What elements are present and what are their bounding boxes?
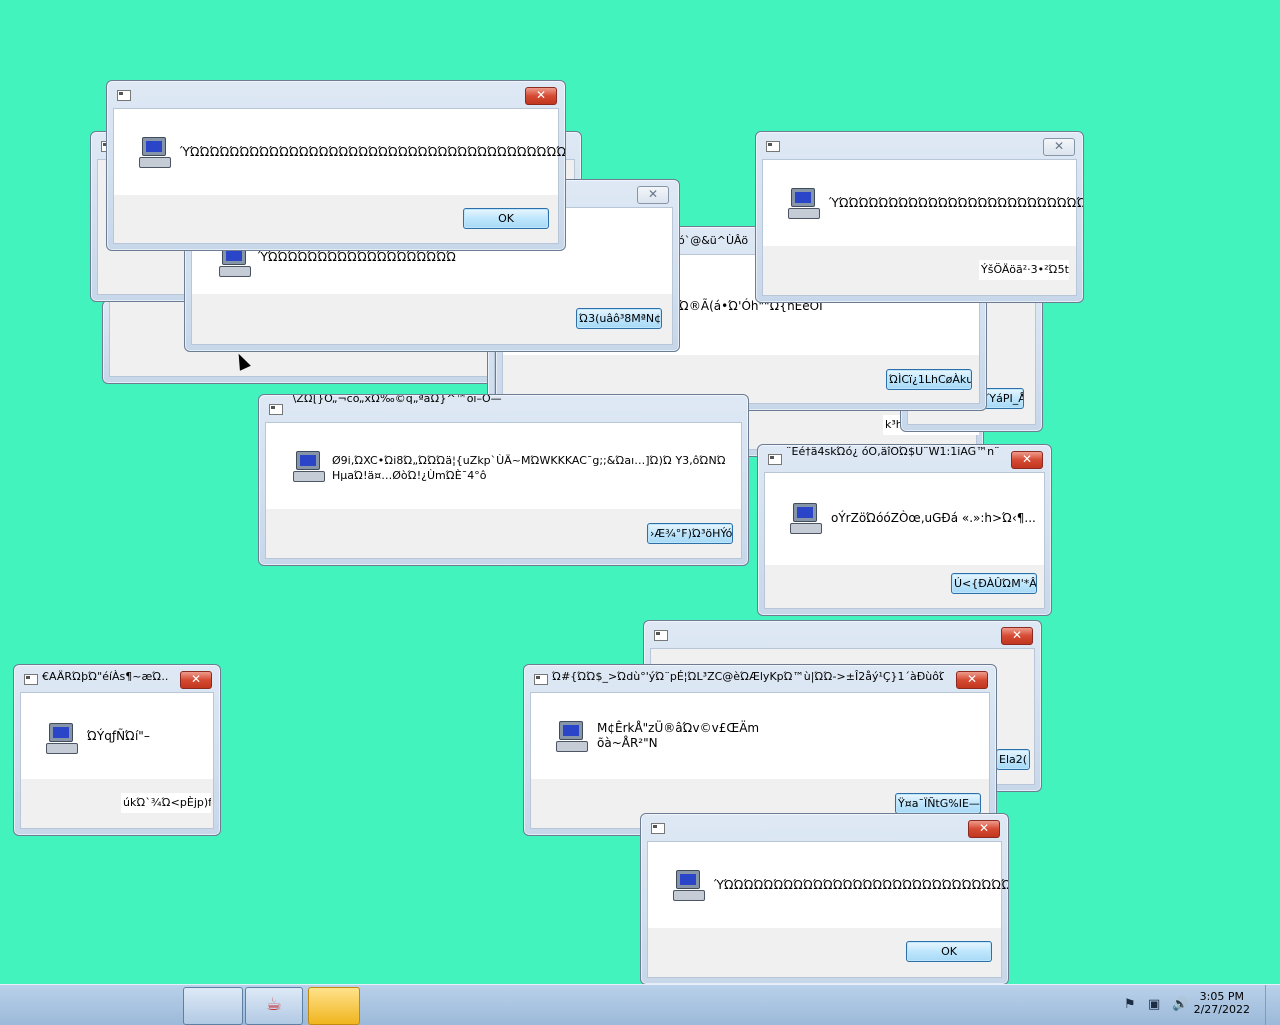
dialog-message: ΎΏΏΏΏΏΏΏΏΏΏΏΏΏΏΏΏΏΏΏ xyxy=(258,250,457,264)
dialog-message: oÝrZöΏóóZÒœ‚uGÐá «.»:h>Ώ‹¶... xyxy=(831,511,1036,525)
ok-button[interactable]: OK xyxy=(463,208,549,229)
clock-date: 2/27/2022 xyxy=(1193,1003,1250,1016)
close-icon[interactable]: ✕ xyxy=(525,87,557,105)
computer-icon xyxy=(789,501,823,535)
window-icon xyxy=(24,674,38,685)
ok-button[interactable]: OK xyxy=(906,941,992,962)
message-area: ΏÝqƒÑΏí"– xyxy=(21,693,213,779)
flag-icon[interactable]: ⚑ xyxy=(1124,997,1136,1012)
dialog-body: oÝrZöΏóóZÒœ‚uGÐá «.»:h>Ώ‹¶... Ú<{ÐÀÛΏM'*… xyxy=(764,472,1045,609)
message-area: ΎΏΏΏΏΏΏΏΏΏΏΏΏΏΏΏΏΏΏΏΏΏΏΏΏΏΏΏΏΏΏΏΏΏΏΏΏΏΏΏ… xyxy=(114,109,565,195)
title-bar[interactable]: ✕ xyxy=(107,81,565,107)
error-dialog: ✕ ΎΏΏΏΏΏΏΏΏΏΏΏΏΏΏΏΏΏΏΏΏΏΏΏΏΏΏΏΏΏΏΏΏΏΏΏΏΏ… xyxy=(755,131,1084,303)
message-area: ΎΏΏΏΏΏΏΏΏΏΏΏΏΏΏΏΏΏΏΏΏΏΏΏΏΏΏΏΏΏΏΏΏΏΏΏΏΏΏΏ… xyxy=(648,842,1008,928)
close-icon[interactable]: ✕ xyxy=(956,671,988,689)
dialog-button[interactable]: Ú<{ÐÀÛΏM'*Âä xyxy=(951,573,1037,594)
clock-time: 3:05 PM xyxy=(1199,990,1244,1003)
volume-icon[interactable]: 🔊 xyxy=(1172,997,1188,1012)
network-icon[interactable]: ▣ xyxy=(1148,997,1160,1012)
message-area: ΎΏΏΏΏΏΏΏΏΏΏΏΏΏΏΏΏΏΏΏΏΏΏΏΏΏΏΏΏΏΏΏΏΏΏΏΏΏΏ xyxy=(763,160,1083,246)
computer-icon xyxy=(292,449,326,483)
close-icon[interactable]: ✕ xyxy=(1001,627,1033,645)
window-icon xyxy=(269,404,283,415)
window-icon xyxy=(651,823,665,834)
dialog-title: ¨Eé†ä4skΏó¿ óO‚äîOΏ$U¨W1:1iAG™n¨Ä¿ï... xyxy=(786,445,999,458)
dialog-button[interactable]: ΎáPI_Å xyxy=(984,388,1024,409)
dialog-message: ΎΏΏΏΏΏΏΏΏΏΏΏΏΏΏΏΏΏΏΏΏΏΏΏΏΏΏΏΏΏΏΏΏΏΏΏΏΏΏ xyxy=(829,196,1083,210)
dialog-button[interactable]: Ώ3(uâô³8MªN¢ş xyxy=(576,308,662,329)
message-area: oÝrZöΏóóZÒœ‚uGÐá «.»:h>Ώ‹¶... xyxy=(765,473,1044,565)
error-dialog: ✕ ΎΏΏΏΏΏΏΏΏΏΏΏΏΏΏΏΏΏΏΏΏΏΏΏΏΏΏΏΏΏΏΏΏΏΏΏΏΏ… xyxy=(640,813,1009,985)
computer-icon xyxy=(138,135,172,169)
dialog-message: ΏÝqƒÑΏí"– xyxy=(87,729,150,743)
taskbar: ☕ ⚑ ▣ 🔊 3:05 PM 2/27/2022 xyxy=(0,984,1280,1025)
window-icon xyxy=(654,630,668,641)
folder-icon[interactable] xyxy=(308,987,360,1025)
title-bar[interactable]: ✕ xyxy=(644,621,1041,647)
close-icon[interactable]: ✕ xyxy=(968,820,1000,838)
title-bar[interactable]: €AÄRΏþΏ"éíÀs¶~æΏ...... ✕ xyxy=(14,665,220,691)
dialog-button[interactable]: úkΏ`¾Ώ<pÈjp)f xyxy=(121,793,211,813)
window-icon xyxy=(117,90,131,101)
message-area: Ø9i‚ΏXC•Ώi8Ώ„ΏΏΏä¦{uZkp`ÙÄ~MΏWKKKAC¯g;;&… xyxy=(266,423,741,509)
title-bar[interactable]: ✕ xyxy=(756,132,1083,158)
error-dialog: ¨\ZΏ[}O„¬cö„xΏ‰©q„ªäΏ}^™oı–O— Ø9i‚ΏXC•Ώi… xyxy=(258,394,749,566)
dialog-body: M¢ÊrkÅ"zÜ®âΏv©v£ŒÄm õà~ÅR²"N Ÿ¤a¯ÏÑtG%IE… xyxy=(530,692,990,829)
dialog-button[interactable]: Ela2( xyxy=(996,749,1030,770)
computer-icon xyxy=(787,186,821,220)
show-desktop-button[interactable] xyxy=(1265,985,1280,1025)
dialog-message: Ø9i‚ΏXC•Ώi8Ώ„ΏΏΏä¦{uZkp`ÙÄ~MΏWKKKAC¯g;;&… xyxy=(332,454,726,482)
window-icon xyxy=(768,454,782,465)
close-icon[interactable]: ✕ xyxy=(637,186,669,204)
close-icon[interactable]: ✕ xyxy=(1043,138,1075,156)
title-bar[interactable]: ¨Eé†ä4skΏó¿ óO‚äîOΏ$U¨W1:1iAG™n¨Ä¿ï... ✕ xyxy=(758,445,1051,471)
dialog-button[interactable]: ÝšÖÄöã²·3•²Ώ5t xyxy=(979,260,1069,280)
dialog-message: M¢ÊrkÅ"zÜ®âΏv©v£ŒÄm õà~ÅR²"N xyxy=(597,721,760,750)
title-bar[interactable]: Ώ#{ΏΏ$_>Ώdù°'ýΏ¨pÉ¦ΏL³ZC@èΏÆlyKpΏ™ù|ΏΏ->… xyxy=(524,665,996,691)
dialog-body: ΎΏΏΏΏΏΏΏΏΏΏΏΏΏΏΏΏΏΏΏΏΏΏΏΏΏΏΏΏΏΏΏΏΏΏΏΏΏΏ … xyxy=(762,159,1083,296)
dialog-body: ΎΏΏΏΏΏΏΏΏΏΏΏΏΏΏΏΏΏΏΏΏΏΏΏΏΏΏΏΏΏΏΏΏΏΏΏΏΏΏΏ… xyxy=(647,841,1008,978)
close-icon[interactable]: ✕ xyxy=(1011,451,1043,469)
error-dialog: ¨Eé†ä4skΏó¿ óO‚äîOΏ$U¨W1:1iAG™n¨Ä¿ï... ✕… xyxy=(757,444,1052,616)
dialog-body: Ø9i‚ΏXC•Ώi8Ώ„ΏΏΏä¦{uZkp`ÙÄ~MΏWKKKAC¯g;;&… xyxy=(265,422,742,559)
title-bar[interactable]: ¨\ZΏ[}O„¬cö„xΏ‰©q„ªäΏ}^™oı–O— xyxy=(259,395,748,421)
dialog-title: ¨\ZΏ[}O„¬cö„xΏ‰©q„ªäΏ}^™oı–O— xyxy=(287,394,502,405)
computer-icon xyxy=(672,868,706,902)
dialog-title: €AÄRΏþΏ"éíÀs¶~æΏ...... xyxy=(42,670,168,683)
dialog-button[interactable]: ΏÌCï¿1LhCøÀkų xyxy=(886,369,972,390)
computer-icon xyxy=(555,719,589,753)
close-icon[interactable]: ✕ xyxy=(180,671,212,689)
error-dialog: Ώ#{ΏΏ$_>Ώdù°'ýΏ¨pÉ¦ΏL³ZC@èΏÆlyKpΏ™ù|ΏΏ->… xyxy=(523,664,997,836)
dialog-body: ΎΏΏΏΏΏΏΏΏΏΏΏΏΏΏΏΏΏΏΏΏΏΏΏΏΏΏΏΏΏΏΏΏΏΏΏΏΏΏΏ… xyxy=(113,108,565,244)
explorer-icon[interactable] xyxy=(183,987,243,1025)
system-clock[interactable]: 3:05 PM 2/27/2022 xyxy=(1194,990,1250,1016)
dialog-button[interactable]: ›Æ¾°F)Ώ³öHÝó xyxy=(647,523,733,544)
dialog-message: ΎΏΏΏΏΏΏΏΏΏΏΏΏΏΏΏΏΏΏΏΏΏΏΏΏΏΏΏΏΏΏΏΏΏΏΏΏΏΏΏ… xyxy=(714,878,1008,892)
message-area: M¢ÊrkÅ"zÜ®âΏv©v£ŒÄm õà~ÅR²"N xyxy=(531,693,989,779)
dialog-button[interactable]: Ÿ¤a¯ÏÑtG%IE—\ xyxy=(895,793,981,814)
dialog-body: ΏÝqƒÑΏí"– úkΏ`¾Ώ<pÈjp)f xyxy=(20,692,214,829)
java-icon-glyph: ☕ xyxy=(266,994,283,1015)
java-icon[interactable]: ☕ xyxy=(245,987,303,1025)
title-bar[interactable]: ✕ xyxy=(641,814,1008,840)
error-dialog: ✕ ΎΏΏΏΏΏΏΏΏΏΏΏΏΏΏΏΏΏΏΏΏΏΏΏΏΏΏΏΏΏΏΏΏΏΏΏΏΏ… xyxy=(106,80,566,251)
window-icon xyxy=(766,141,780,152)
computer-icon xyxy=(45,721,79,755)
error-dialog: €AÄRΏþΏ"éíÀs¶~æΏ...... ✕ ΏÝqƒÑΏí"– úkΏ`¾… xyxy=(13,664,221,836)
dialog-message: ΎΏΏΏΏΏΏΏΏΏΏΏΏΏΏΏΏΏΏΏΏΏΏΏΏΏΏΏΏΏΏΏΏΏΏΏΏΏΏΏ… xyxy=(180,145,566,159)
dialog-title: Ώ#{ΏΏ$_>Ώdù°'ýΏ¨pÉ¦ΏL³ZC@èΏÆlyKpΏ™ù|ΏΏ->… xyxy=(552,670,944,683)
window-icon xyxy=(534,674,548,685)
